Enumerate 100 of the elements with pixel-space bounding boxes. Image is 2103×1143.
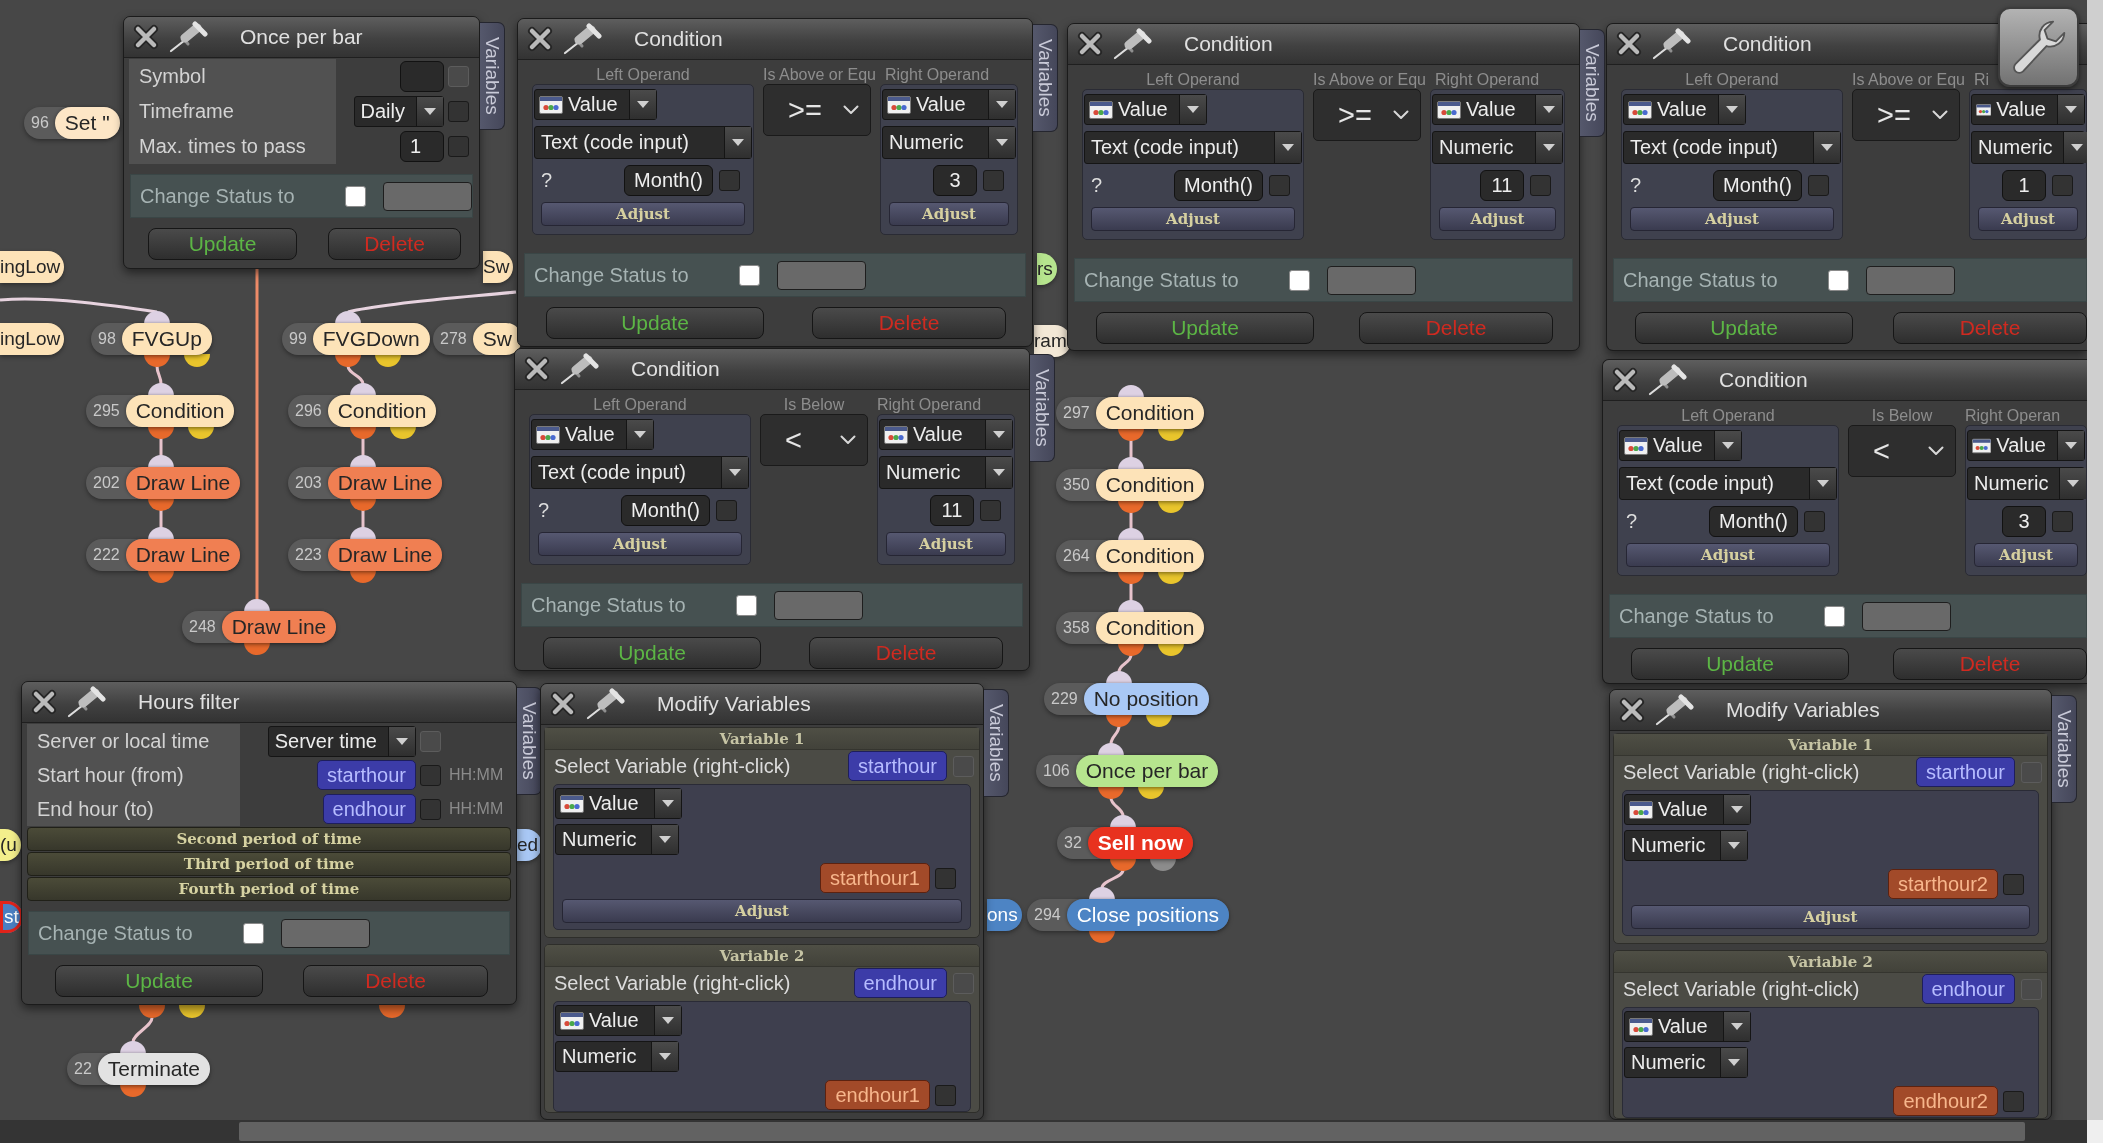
value-field[interactable]: 11 [1480,170,1524,201]
output-port-icon[interactable] [184,354,210,367]
node-label[interactable]: Draw Line [327,467,443,499]
flow-node[interactable]: 296 Condition [288,395,437,427]
adjust-button[interactable]: Adjust [541,202,745,226]
close-icon[interactable] [1077,31,1103,57]
type-dropdown[interactable]: Value [882,89,1016,120]
type-dropdown[interactable]: Value [555,788,682,819]
node-label[interactable]: (u [0,829,21,861]
type-dropdown[interactable]: Value [1967,430,2085,461]
node-label[interactable]: Sell now [1087,827,1193,859]
variables-tab[interactable]: Variables [984,689,1009,797]
node-label[interactable]: ingLow [0,251,65,283]
node-label[interactable]: ed [517,829,543,861]
node-label[interactable]: Draw Line [125,467,241,499]
node-label[interactable]: Sw [483,251,514,283]
type-dropdown[interactable]: Value [1624,1011,1751,1042]
status-field[interactable] [1327,265,1416,295]
flow-node[interactable]: 295 Condition [86,395,235,427]
operator-dropdown[interactable]: >= [763,84,871,136]
close-icon[interactable] [1612,367,1638,393]
flow-node[interactable]: 248 Draw Line [182,611,337,643]
checkbox[interactable] [1808,175,1829,196]
checkbox[interactable] [2052,511,2073,532]
variables-tab[interactable]: Variables [2052,695,2077,803]
close-icon[interactable] [524,356,550,382]
update-button[interactable]: Update [1631,648,1849,680]
variables-tab[interactable]: Variables [517,687,542,795]
flow-node[interactable]: 297 Condition [1056,397,1205,429]
checkbox[interactable] [448,136,469,157]
checkbox[interactable] [2052,175,2073,196]
checkbox[interactable] [1269,175,1290,196]
format-dropdown[interactable]: Numeric [1967,467,2085,500]
flow-node[interactable]: 99 FVGDown [282,323,430,355]
checkbox[interactable] [1530,175,1551,196]
pin-icon[interactable] [1652,28,1692,60]
pin-icon[interactable] [1648,364,1688,396]
pin-icon[interactable] [1655,694,1695,726]
checkbox[interactable] [420,798,441,820]
adjust-button[interactable]: Adjust [1091,207,1295,231]
variable-chip[interactable]: endhour [1921,974,2015,1004]
pin-icon[interactable] [169,21,209,53]
output-port-icon[interactable] [139,1005,165,1018]
operator-dropdown[interactable]: >= [1852,89,1960,141]
checkbox[interactable] [2003,873,2024,895]
adjust-button[interactable]: Adjust [562,899,962,923]
status-field[interactable] [383,181,472,211]
node-label[interactable]: ram [1034,325,1071,357]
variable-chip[interactable]: endhour [322,794,416,824]
update-button[interactable]: Update [1096,312,1314,344]
checkbox[interactable] [2003,1090,2024,1112]
adjust-button[interactable]: Adjust [886,532,1006,556]
node-label[interactable]: Condition [1095,540,1205,572]
value-field[interactable]: Month() [624,165,713,196]
pin-icon[interactable] [586,688,626,720]
format-dropdown[interactable]: Numeric [555,824,680,855]
node-label[interactable]: Condition [1095,469,1205,501]
type-dropdown[interactable]: Value [1971,94,2085,125]
update-button[interactable]: Update [55,965,263,997]
status-field[interactable] [1866,265,1955,295]
checkbox[interactable] [719,170,740,191]
adjust-button[interactable]: Adjust [1626,543,1830,567]
node-label[interactable]: FVGUp [121,323,212,355]
type-dropdown[interactable]: Value [531,419,654,450]
node-label[interactable]: No position [1083,683,1209,715]
status-checkbox[interactable] [736,594,757,616]
flow-node[interactable]: 222 Draw Line [86,539,241,571]
type-dropdown[interactable]: Value [1623,94,1746,125]
format-dropdown[interactable]: Numeric [879,456,1013,489]
select-dropdown[interactable]: Daily [353,96,444,127]
status-checkbox[interactable] [345,185,366,207]
format-dropdown[interactable]: Numeric [1432,131,1563,164]
input-field[interactable] [400,61,444,92]
flow-node[interactable]: 278 Sw [433,323,522,355]
adjust-button[interactable]: Adjust [1978,207,2078,231]
status-checkbox[interactable] [243,922,264,944]
node-label[interactable]: Draw Line [221,611,337,643]
checkbox[interactable] [935,867,956,889]
adjust-button[interactable]: Adjust [538,532,742,556]
format-dropdown[interactable]: Text (code input) [531,456,749,489]
update-button[interactable]: Update [148,228,297,260]
checkbox[interactable] [420,764,441,786]
flow-node[interactable]: 264 Condition [1056,540,1205,572]
flow-node[interactable]: 202 Draw Line [86,467,241,499]
node-label[interactable]: ons [987,899,1022,931]
type-dropdown[interactable]: Value [555,1005,682,1036]
node-label[interactable]: Once per bar [1075,755,1219,787]
flow-node[interactable]: 203 Draw Line [288,467,443,499]
update-button[interactable]: Update [546,307,764,339]
adjust-button[interactable]: Adjust [889,202,1009,226]
status-field[interactable] [777,260,866,290]
flow-node[interactable]: 96 Set " [24,107,120,139]
flow-node[interactable]: 32 Sell now [1057,827,1193,859]
horizontal-scrollbar[interactable] [0,1120,2087,1143]
variable-chip[interactable]: starthour [848,751,947,781]
close-icon[interactable] [1616,31,1642,57]
operator-dropdown[interactable]: < [760,414,868,466]
format-dropdown[interactable]: Numeric [555,1041,680,1072]
value-field[interactable]: 11 [930,495,974,526]
status-checkbox[interactable] [739,264,760,286]
